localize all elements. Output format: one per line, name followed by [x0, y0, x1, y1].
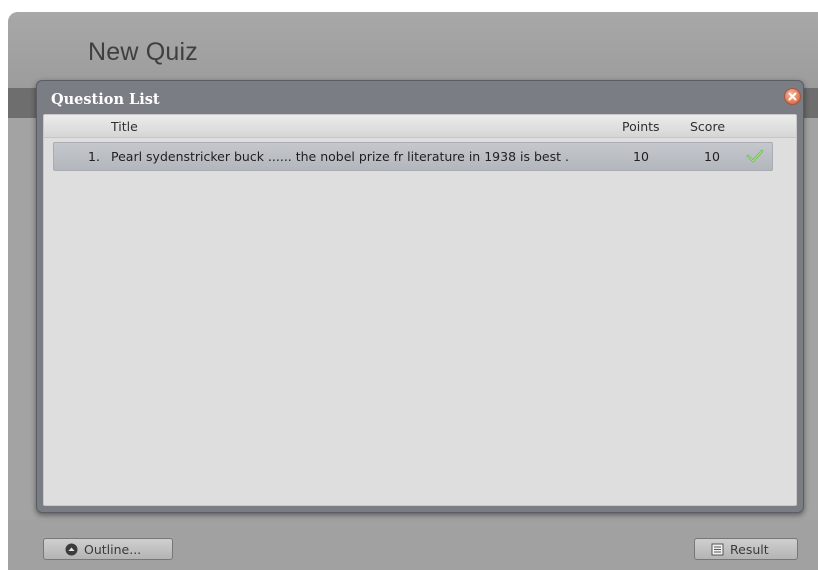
row-title: Pearl sydenstricker buck ...... the nobe… [111, 149, 569, 164]
close-button[interactable] [784, 88, 801, 105]
chevron-up-circle-icon [65, 543, 78, 556]
result-button[interactable]: Result [694, 538, 798, 560]
question-list-dialog: Question List Title Points Score 1. Pear… [36, 80, 804, 513]
question-list-panel: Title Points Score 1. Pearl sydenstricke… [43, 114, 797, 506]
column-header-title: Title [111, 119, 138, 134]
row-number: 1. [88, 149, 100, 164]
document-icon [711, 543, 724, 556]
dialog-title: Question List [51, 91, 160, 108]
table-row[interactable]: 1. Pearl sydenstricker buck ...... the n… [53, 142, 773, 171]
row-points: 10 [633, 149, 649, 164]
checkmark-icon [746, 149, 764, 163]
outline-button-label: Outline... [84, 541, 142, 557]
quiz-title: New Quiz [88, 38, 198, 66]
outline-button[interactable]: Outline... [43, 538, 173, 560]
row-score: 10 [704, 149, 720, 164]
table-header: Title Points Score [44, 115, 796, 138]
result-button-label: Result [730, 541, 769, 557]
close-icon [788, 92, 797, 101]
column-header-points: Points [622, 119, 660, 134]
column-header-score: Score [690, 119, 726, 134]
